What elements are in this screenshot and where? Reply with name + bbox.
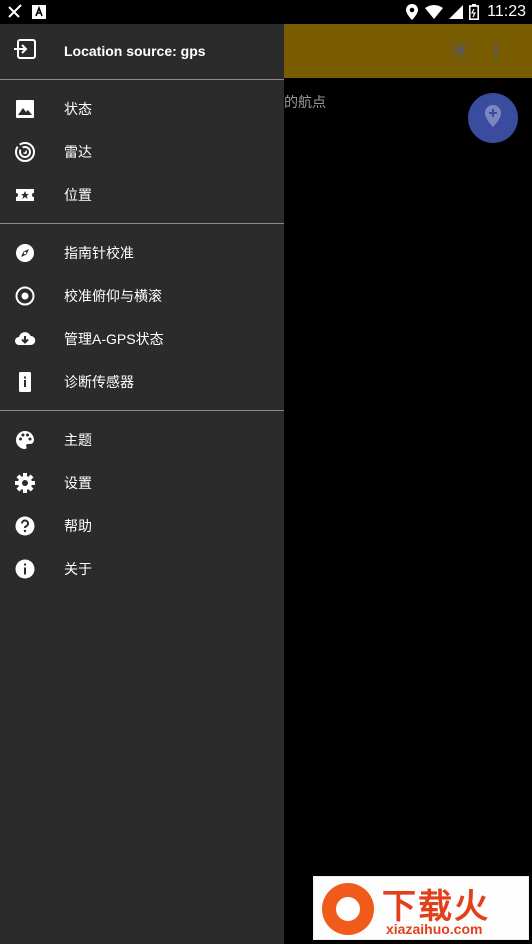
add-waypoint-button[interactable] bbox=[468, 93, 518, 143]
add-location-icon bbox=[483, 104, 503, 133]
more-vert-icon[interactable] bbox=[492, 40, 500, 65]
location-icon bbox=[405, 4, 419, 20]
info-icon bbox=[14, 558, 36, 580]
menu-item-radar[interactable]: 雷达 bbox=[0, 130, 284, 173]
menu-item-sensor-diagnostics[interactable]: 诊断传感器 bbox=[0, 360, 284, 403]
clock: 11:23 bbox=[487, 3, 526, 20]
menu-item-label: 设置 bbox=[64, 475, 92, 491]
radar-icon bbox=[14, 141, 36, 163]
location-source-label: Location source: gps bbox=[64, 43, 206, 59]
app-content bbox=[284, 78, 532, 944]
navigation-drawer: Location source: gps 状态 雷达 位置 指南针校准 校准俯仰… bbox=[0, 24, 284, 944]
menu-item-label: 雷达 bbox=[64, 144, 92, 160]
target-icon bbox=[14, 285, 36, 307]
watermark-url: xiazaihuo.com bbox=[386, 921, 483, 937]
menu-item-position[interactable]: 位置 bbox=[0, 173, 284, 216]
signal-icon bbox=[449, 5, 464, 19]
menu-item-label: 指南针校准 bbox=[64, 245, 134, 261]
drawer-group-main: 状态 雷达 位置 bbox=[0, 80, 284, 223]
menu-item-label: 位置 bbox=[64, 187, 92, 203]
menu-item-label: 诊断传感器 bbox=[64, 374, 134, 390]
help-icon bbox=[14, 515, 36, 537]
fire-logo-icon bbox=[322, 883, 374, 935]
menu-item-settings[interactable]: 设置 bbox=[0, 461, 284, 504]
drawer-group-tools: 指南针校准 校准俯仰与横滚 管理A-GPS状态 诊断传感器 bbox=[0, 224, 284, 410]
menu-item-label: 主题 bbox=[64, 432, 92, 448]
image-icon bbox=[14, 98, 36, 120]
device-info-icon bbox=[14, 371, 36, 393]
menu-item-theme[interactable]: 主题 bbox=[0, 418, 284, 461]
gear-icon bbox=[14, 472, 36, 494]
cloud-download-icon bbox=[14, 328, 36, 350]
menu-item-status[interactable]: 状态 bbox=[0, 87, 284, 130]
status-bar: 11:23 bbox=[0, 0, 532, 24]
drawer-header[interactable]: Location source: gps bbox=[0, 24, 284, 79]
battery-icon bbox=[469, 4, 480, 20]
watermark: 下载火 xiazaihuo.com bbox=[313, 876, 529, 940]
menu-item-compass-calibration[interactable]: 指南针校准 bbox=[0, 231, 284, 274]
menu-item-about[interactable]: 关于 bbox=[0, 547, 284, 590]
menu-item-agps[interactable]: 管理A-GPS状态 bbox=[0, 317, 284, 360]
menu-item-label: 状态 bbox=[64, 101, 92, 117]
menu-item-label: 关于 bbox=[64, 561, 92, 577]
wifi-icon bbox=[425, 5, 444, 19]
input-source-icon bbox=[14, 39, 36, 64]
menu-item-label: 帮助 bbox=[64, 518, 92, 534]
background-hint: 的航点 bbox=[284, 94, 326, 110]
ticket-icon bbox=[14, 184, 36, 206]
palette-icon bbox=[14, 429, 36, 451]
menu-item-help[interactable]: 帮助 bbox=[0, 504, 284, 547]
notification-a-icon bbox=[32, 5, 46, 19]
select-area-icon[interactable] bbox=[450, 40, 470, 65]
menu-item-pitch-roll-calibration[interactable]: 校准俯仰与横滚 bbox=[0, 274, 284, 317]
app-toolbar bbox=[284, 24, 532, 78]
compass-icon bbox=[14, 242, 36, 264]
menu-item-label: 管理A-GPS状态 bbox=[64, 331, 164, 347]
drawer-group-settings: 主题 设置 帮助 关于 bbox=[0, 411, 284, 597]
menu-item-label: 校准俯仰与横滚 bbox=[64, 288, 162, 304]
missed-call-icon bbox=[6, 3, 24, 21]
